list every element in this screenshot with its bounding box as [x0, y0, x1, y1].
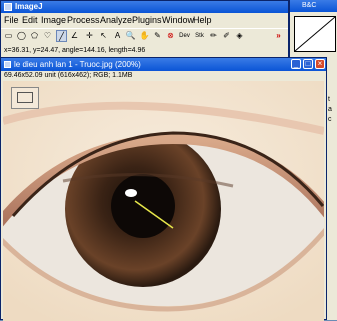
image-window: le dieu anh lan 1 - Truoc.jpg (200%) _ □… — [0, 57, 327, 321]
more-tools-icon[interactable]: » — [273, 30, 284, 42]
line-tool-icon[interactable]: ╱ — [56, 30, 67, 42]
close-icon[interactable]: × — [315, 59, 325, 69]
polygon-tool-icon[interactable]: ⬠ — [29, 30, 40, 42]
menu-edit[interactable]: Edit — [22, 15, 38, 26]
imagej-toolbar: ▭ ◯ ⬠ ♡ ╱ ∠ ✛ ↖ A 🔍 ✋ ✎ ⊗ Dev Stk ✏ ✐ ◈ … — [1, 28, 288, 43]
bc-label-c: c — [328, 116, 332, 123]
stk-tool-icon[interactable]: Stk — [193, 30, 206, 42]
imagej-menu-bar: File Edit Image Process Analyze Plugins … — [1, 14, 288, 27]
menu-process[interactable]: Process — [67, 15, 100, 26]
pencil-tool-icon[interactable]: ✏ — [208, 30, 219, 42]
color-picker-icon[interactable]: ⊗ — [165, 30, 176, 42]
image-canvas[interactable] — [3, 81, 324, 321]
imagej-title: ImageJ — [15, 2, 43, 11]
imagej-app-icon — [4, 3, 12, 11]
bc-label-a: a — [328, 106, 332, 113]
point-tool-icon[interactable]: ✛ — [84, 30, 95, 42]
imagej-main-window: ImageJ File Edit Image Process Analyze P… — [0, 0, 289, 58]
image-window-icon — [4, 61, 11, 68]
bc-histogram — [294, 16, 336, 52]
menu-file[interactable]: File — [4, 15, 19, 26]
brush-tool-icon[interactable]: ✐ — [221, 30, 232, 42]
bc-title-bar[interactable]: B&C — [290, 0, 337, 12]
image-info-line: 69.46x52.09 unit (616x462); RGB; 1.1MB — [1, 71, 326, 81]
wand-tool-icon[interactable]: ↖ — [98, 30, 109, 42]
histogram-graph — [294, 16, 336, 52]
menu-analyze[interactable]: Analyze — [100, 15, 132, 26]
catchlight — [125, 189, 137, 197]
flood-fill-tool-icon[interactable]: ◈ — [234, 30, 245, 42]
dev-tool-icon[interactable]: Dev — [178, 30, 191, 42]
image-title: le dieu anh lan 1 - Truoc.jpg (200%) — [14, 60, 141, 69]
zoom-navigator[interactable] — [11, 87, 39, 109]
text-tool-icon[interactable]: A — [112, 30, 123, 42]
bc-labels: t a c — [328, 95, 337, 125]
imagej-title-bar[interactable]: ImageJ — [1, 1, 288, 13]
maximize-icon[interactable]: □ — [303, 59, 313, 69]
angle-tool-icon[interactable]: ∠ — [69, 30, 80, 42]
menu-image[interactable]: Image — [41, 15, 66, 26]
image-title-bar[interactable]: le dieu anh lan 1 - Truoc.jpg (200%) _ □… — [1, 58, 326, 71]
hand-tool-icon[interactable]: ✋ — [139, 30, 150, 42]
bc-title: B&C — [302, 2, 317, 9]
bc-label-t: t — [328, 96, 330, 103]
minimize-icon[interactable]: _ — [291, 59, 301, 69]
freehand-tool-icon[interactable]: ♡ — [42, 30, 53, 42]
oval-tool-icon[interactable]: ◯ — [16, 30, 27, 42]
zoom-navigator-view[interactable] — [17, 92, 33, 103]
menu-help[interactable]: Help — [193, 15, 212, 26]
dropper-tool-icon[interactable]: ✎ — [152, 30, 163, 42]
status-bar: x=36.31, y=24.47, angle=144.16, length=4… — [1, 44, 288, 57]
menu-plugins[interactable]: Plugins — [132, 15, 162, 26]
menu-window[interactable]: Window — [162, 15, 194, 26]
magnifier-tool-icon[interactable]: 🔍 — [125, 30, 136, 42]
eye-photo — [3, 81, 324, 321]
rectangle-tool-icon[interactable]: ▭ — [3, 30, 14, 42]
